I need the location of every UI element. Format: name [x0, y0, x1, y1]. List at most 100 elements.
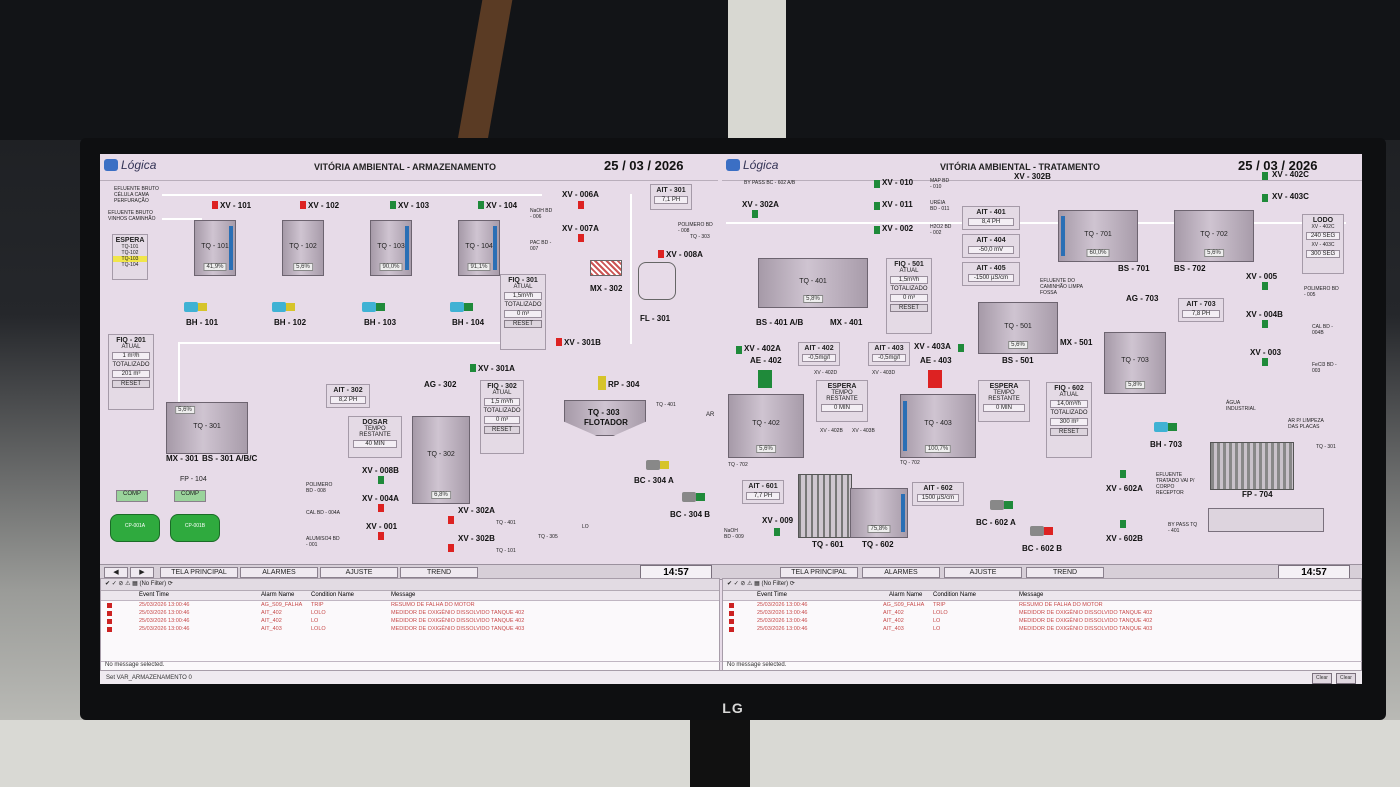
ait301[interactable]: AIT - 301 7,1 PH — [650, 184, 692, 210]
tank-tq102[interactable]: TQ - 102 5,6% — [282, 220, 324, 276]
valve-xv006a[interactable] — [578, 201, 584, 209]
alarm-filter-left[interactable]: (No Filter) — [139, 581, 166, 587]
fiq301-reset-button[interactable]: RESET — [504, 320, 542, 328]
tank-tq601[interactable] — [798, 474, 852, 538]
valve-xv008b[interactable] — [378, 476, 384, 484]
valve-xv302a[interactable] — [448, 516, 454, 524]
alarm-row[interactable]: 25/03/2026 13:00:46 AIT_402 LOLO MEDIDOR DE… — [101, 609, 719, 617]
alarm-row[interactable]: 25/03/2026 13:00:46 AIT_402 LO MEDIDOR DE O… — [101, 617, 719, 625]
ait302[interactable]: AIT - 302 8,2 PH — [326, 384, 370, 408]
tank-tq401[interactable]: TQ - 401 5,8% — [758, 258, 868, 308]
ait402[interactable]: AIT - 402 -0,5mg/l — [798, 342, 840, 366]
alarm-row[interactable]: 25/03/2026 13:00:46 AIT_403 LO MEDIDOR DE O… — [723, 625, 1361, 633]
col-condition-name[interactable]: Condition Name — [311, 592, 354, 598]
col-event-time-r[interactable]: Event Time — [757, 592, 787, 598]
compressor-cp001a[interactable]: CP-001A — [110, 514, 160, 542]
valve-xv005[interactable] — [1262, 282, 1268, 290]
valve-xv002[interactable] — [874, 226, 880, 234]
tank-tq702[interactable]: TQ - 702 5,6% — [1174, 210, 1254, 262]
valve-xv001[interactable] — [378, 532, 384, 540]
valve-xv403c[interactable] — [1262, 194, 1268, 202]
valve-xv009[interactable] — [774, 528, 780, 536]
tank-tq501[interactable]: TQ - 501 5,6% — [978, 302, 1058, 354]
alarm-row[interactable]: 25/03/2026 13:00:46 AIT_402 LOLO MEDIDOR DE… — [723, 609, 1361, 617]
valve-xv302a-right[interactable] — [752, 210, 758, 218]
alarm-row[interactable]: 25/03/2026 13:00:46 AG_S09_FALHA TRIP RESUM… — [723, 601, 1361, 609]
valve-xv403a[interactable] — [958, 344, 964, 352]
valve-xv402c[interactable] — [1262, 172, 1268, 180]
alarm-filter-right[interactable]: (No Filter) — [761, 581, 788, 587]
valve-xv003[interactable] — [1262, 358, 1268, 366]
tab-ajuste-left[interactable]: AJUSTE — [320, 567, 398, 578]
tank-tq602[interactable]: 75,8% — [850, 488, 908, 538]
valve-xv004a[interactable] — [378, 504, 384, 512]
alarm-row[interactable]: 25/03/2026 13:00:46 AIT_403 LOLO MEDIDOR DE… — [101, 625, 719, 633]
pump-bh102[interactable] — [272, 300, 296, 314]
pump-bh104[interactable] — [450, 300, 474, 314]
valve-xv008a[interactable] — [658, 250, 664, 258]
ait405[interactable]: AIT - 405 -1500 µS/cm — [962, 262, 1020, 286]
fiq602-reset-button[interactable]: RESET — [1050, 428, 1088, 436]
pump-bh101[interactable] — [184, 300, 208, 314]
ait601[interactable]: AIT - 601 7,7 PH — [742, 480, 784, 504]
pump-bc304b[interactable] — [682, 490, 706, 504]
tab-tela-principal-right[interactable]: TELA PRINCIPAL — [780, 567, 858, 578]
valve-xv104[interactable] — [478, 201, 484, 209]
valve-xv302b[interactable] — [448, 544, 454, 552]
pump-bc304a[interactable] — [646, 458, 670, 472]
filter-press-fp704[interactable] — [1210, 442, 1294, 490]
clear-button[interactable]: Clear — [1312, 673, 1332, 684]
pump-bh703[interactable] — [1154, 420, 1178, 434]
valve-xv010[interactable] — [874, 180, 880, 188]
tank-tq301[interactable]: TQ - 301 5,6% — [166, 402, 248, 454]
tank-tq101[interactable]: TQ - 101 41,9% — [194, 220, 236, 276]
rp304-motor[interactable] — [598, 376, 606, 390]
valve-xv004b[interactable] — [1262, 320, 1268, 328]
fiq201-reset-button[interactable]: RESET — [112, 380, 150, 388]
valve-xv011[interactable] — [874, 202, 880, 210]
mixer-mx302[interactable] — [590, 260, 622, 276]
fiq501-reset-button[interactable]: RESET — [890, 304, 928, 312]
tab-trend-right[interactable]: TREND — [1026, 567, 1104, 578]
ait403[interactable]: AIT - 403 -0,5mg/l — [868, 342, 910, 366]
nav-prev-button[interactable]: ◀ — [104, 567, 128, 578]
col-alarm-name-r[interactable]: Alarm Name — [889, 592, 922, 598]
col-event-time[interactable]: Event Time — [139, 592, 169, 598]
valve-xv007a[interactable] — [578, 234, 584, 242]
compressor-cp001b[interactable]: CP-001B — [170, 514, 220, 542]
pump-bc602a[interactable] — [990, 498, 1014, 512]
tab-alarmes-left[interactable]: ALARMES — [240, 567, 318, 578]
espera-tq104[interactable]: TQ-104 — [113, 262, 147, 268]
aerator-ae402-motor[interactable] — [758, 370, 772, 388]
col-message[interactable]: Message — [391, 592, 415, 598]
valve-xv301a[interactable] — [470, 364, 476, 372]
valve-xv101[interactable] — [212, 201, 218, 209]
tank-tq403[interactable]: TQ - 403 100,7% — [900, 394, 976, 458]
pump-bc602b[interactable] — [1030, 524, 1054, 538]
tank-tq402[interactable]: TQ - 402 5,6% — [728, 394, 804, 458]
alarm-row[interactable]: 25/03/2026 13:00:46 AG_S09_FALHA TRIP RESUM… — [101, 601, 719, 609]
valve-xv301b[interactable] — [556, 338, 562, 346]
valve-xv402a[interactable] — [736, 346, 742, 354]
valve-xv602b[interactable] — [1120, 520, 1126, 528]
tank-tq103[interactable]: TQ - 103 90,0% — [370, 220, 412, 276]
clear-all-button[interactable]: Clear All — [1336, 673, 1356, 684]
ait401[interactable]: AIT - 401 8,4 PH — [962, 206, 1020, 230]
fiq302-reset-button[interactable]: RESET — [484, 426, 520, 434]
valve-xv602a[interactable] — [1120, 470, 1126, 478]
valve-xv103[interactable] — [390, 201, 396, 209]
col-condition-name-r[interactable]: Condition Name — [933, 592, 976, 598]
tank-tq701[interactable]: TQ - 701 60,0% — [1058, 210, 1138, 262]
tab-alarmes-right[interactable]: ALARMES — [862, 567, 940, 578]
nav-next-button[interactable]: ▶ — [130, 567, 154, 578]
tank-tq703[interactable]: TQ - 703 5,8% — [1104, 332, 1166, 394]
ait404[interactable]: AIT - 404 -50,0 mV — [962, 234, 1020, 258]
alarm-row[interactable]: 25/03/2026 13:00:46 AIT_402 LO MEDIDOR DE O… — [723, 617, 1361, 625]
tab-trend-left[interactable]: TREND — [400, 567, 478, 578]
pump-bh103[interactable] — [362, 300, 386, 314]
tab-tela-principal-left[interactable]: TELA PRINCIPAL — [160, 567, 238, 578]
col-alarm-name[interactable]: Alarm Name — [261, 592, 294, 598]
ait602[interactable]: AIT - 602 1500 µS/cm — [912, 482, 964, 506]
valve-xv102[interactable] — [300, 201, 306, 209]
tab-ajuste-right[interactable]: AJUSTE — [944, 567, 1022, 578]
